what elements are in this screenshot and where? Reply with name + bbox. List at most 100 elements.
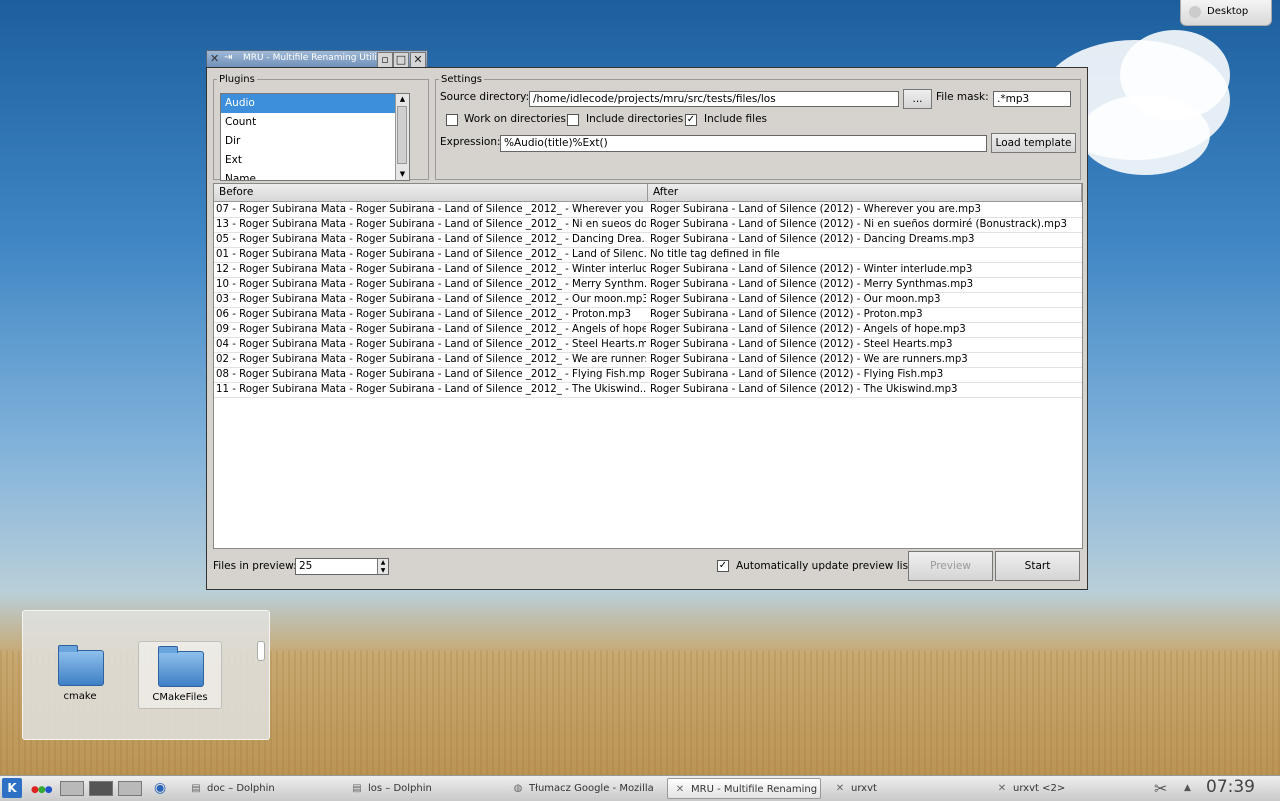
- folder-icon: [58, 645, 104, 686]
- cell-after: Roger Subirana - Land of Silence (2012) …: [650, 369, 944, 380]
- table-row[interactable]: 04 - Roger Subirana Mata - Roger Subiran…: [214, 337, 1082, 353]
- source-directory-input[interactable]: /home/idlecode/projects/mru/src/tests/fi…: [529, 91, 899, 107]
- column-header-before[interactable]: Before: [214, 184, 648, 201]
- cell-before: 11 - Roger Subirana Mata - Roger Subiran…: [216, 384, 646, 395]
- folder-name: CMakeFiles: [152, 692, 208, 703]
- cell-before: 13 - Roger Subirana Mata - Roger Subiran…: [216, 219, 646, 230]
- desktop-label: Desktop: [1207, 6, 1249, 17]
- plugin-item-count[interactable]: Count: [221, 113, 409, 132]
- expression-input[interactable]: %Audio(title)%Ext(): [500, 135, 987, 152]
- file-mask-input[interactable]: .*mp3: [993, 91, 1071, 107]
- cell-after: Roger Subirana - Land of Silence (2012) …: [650, 294, 941, 305]
- cell-after: No title tag defined in file: [650, 249, 780, 260]
- cell-before: 06 - Roger Subirana Mata - Roger Subiran…: [216, 309, 631, 320]
- table-row[interactable]: 05 - Roger Subirana Mata - Roger Subiran…: [214, 232, 1082, 248]
- scrollbar-thumb[interactable]: [397, 106, 407, 164]
- cloud: [1080, 95, 1210, 175]
- load-template-button[interactable]: Load template: [991, 133, 1076, 153]
- folder-view-scrollbar[interactable]: [257, 641, 265, 661]
- cell-after: Roger Subirana - Land of Silence (2012) …: [650, 354, 968, 365]
- folder-item-cmake[interactable]: cmake: [39, 641, 121, 707]
- table-row[interactable]: 02 - Roger Subirana Mata - Roger Subiran…: [214, 352, 1082, 368]
- files-in-preview-label: Files in preview:: [213, 560, 297, 572]
- task-label: Tłumacz Google - Mozilla: [529, 783, 654, 794]
- settings-legend: Settings: [441, 74, 483, 85]
- clock[interactable]: 07:39: [1206, 777, 1255, 797]
- scissors-icon[interactable]: ✂: [1154, 778, 1174, 799]
- table-row[interactable]: 08 - Roger Subirana Mata - Roger Subiran…: [214, 367, 1082, 383]
- kde-menu-button[interactable]: K: [2, 778, 22, 798]
- include-files-checkbox[interactable]: ✓: [685, 114, 697, 126]
- cell-before: 12 - Roger Subirana Mata - Roger Subiran…: [216, 264, 646, 275]
- files-in-preview-spinbox[interactable]: 25 ▲ ▼: [295, 558, 389, 575]
- dolphin-icon: ▤: [352, 783, 362, 794]
- table-row[interactable]: 13 - Roger Subirana Mata - Roger Subiran…: [214, 217, 1082, 233]
- task-label: doc – Dolphin: [207, 783, 275, 794]
- scroll-up-icon[interactable]: ▲: [396, 94, 409, 105]
- plugins-legend: Plugins: [219, 74, 255, 85]
- auto-update-label: Automatically update preview list: [736, 560, 913, 572]
- spin-arrows-icon[interactable]: ▲ ▼: [377, 559, 388, 574]
- auto-update-checkbox[interactable]: ✓: [717, 560, 729, 572]
- app-icon: ✕: [210, 52, 220, 65]
- task-los-dolphin[interactable]: ▤ los – Dolphin: [345, 778, 495, 799]
- folder-name: cmake: [63, 691, 97, 702]
- terminal-icon: ✕: [997, 783, 1007, 794]
- table-row[interactable]: 11 - Roger Subirana Mata - Roger Subiran…: [214, 382, 1082, 398]
- task-firefox[interactable]: ◍ Tłumacz Google - Mozilla: [506, 778, 656, 799]
- cell-after: Roger Subirana - Land of Silence (2012) …: [650, 339, 953, 350]
- cell-after: Roger Subirana - Land of Silence (2012) …: [650, 309, 923, 320]
- task-doc-dolphin[interactable]: ▤ doc – Dolphin: [184, 778, 334, 799]
- cell-after: Roger Subirana - Land of Silence (2012) …: [650, 324, 966, 335]
- cell-after: Roger Subirana - Land of Silence (2012) …: [650, 234, 975, 245]
- task-mru[interactable]: ✕ MRU - Multifile Renaming: [667, 778, 821, 799]
- task-label: urxvt <2>: [1013, 783, 1066, 794]
- folder-item-cmakefiles[interactable]: CMakeFiles: [138, 641, 222, 709]
- table-row[interactable]: 06 - Roger Subirana Mata - Roger Subiran…: [214, 307, 1082, 323]
- column-header-after[interactable]: After: [648, 184, 1082, 201]
- table-row[interactable]: 07 - Roger Subirana Mata - Roger Subiran…: [214, 202, 1082, 218]
- move-arrow-icon: ⇥: [224, 52, 233, 63]
- desktop-button[interactable]: Desktop: [1180, 0, 1272, 26]
- cell-before: 09 - Roger Subirana Mata - Roger Subiran…: [216, 324, 646, 335]
- globe-icon[interactable]: ◉: [154, 778, 176, 799]
- include-directories-checkbox[interactable]: [567, 114, 579, 126]
- work-on-directories-checkbox[interactable]: [446, 114, 458, 126]
- plugin-item-ext[interactable]: Ext: [221, 151, 409, 170]
- start-button[interactable]: Start: [995, 551, 1080, 581]
- table-row[interactable]: 01 - Roger Subirana Mata - Roger Subiran…: [214, 247, 1082, 263]
- plugin-item-audio[interactable]: Audio: [221, 94, 409, 113]
- cell-after: Roger Subirana - Land of Silence (2012) …: [650, 264, 973, 275]
- file-mask-label: File mask:: [936, 91, 989, 103]
- pager-desktop-2[interactable]: [89, 781, 113, 796]
- table-row[interactable]: 09 - Roger Subirana Mata - Roger Subiran…: [214, 322, 1082, 338]
- preview-table[interactable]: Before After 07 - Roger Subirana Mata - …: [213, 183, 1083, 549]
- tray-expand-icon[interactable]: ▲: [1184, 778, 1198, 799]
- taskbar: K ●●● ◉ ▤ doc – Dolphin ▤ los – Dolphin ◍ T…: [0, 775, 1280, 801]
- plugin-item-dir[interactable]: Dir: [221, 132, 409, 151]
- pager-desktop-1[interactable]: [60, 781, 84, 796]
- browse-button[interactable]: ...: [903, 89, 932, 109]
- plugins-scrollbar[interactable]: ▲ ▼: [395, 94, 409, 180]
- cell-before: 05 - Roger Subirana Mata - Roger Subiran…: [216, 234, 646, 245]
- preview-button[interactable]: Preview: [908, 551, 993, 581]
- cell-after: Roger Subirana - Land of Silence (2012) …: [650, 204, 981, 215]
- dolphin-icon: ▤: [191, 783, 201, 794]
- maximize-button[interactable]: □: [393, 52, 409, 68]
- cell-before: 07 - Roger Subirana Mata - Roger Subiran…: [216, 204, 646, 215]
- plugins-group: Plugins Audio Count Dir Ext Name ▲ ▼: [213, 74, 429, 181]
- plugins-list[interactable]: Audio Count Dir Ext Name ▲ ▼: [220, 93, 410, 181]
- table-row[interactable]: 12 - Roger Subirana Mata - Roger Subiran…: [214, 262, 1082, 278]
- plugin-item-name[interactable]: Name: [221, 170, 409, 180]
- minimize-button[interactable]: ▫: [377, 52, 393, 68]
- close-button[interactable]: ✕: [410, 52, 426, 68]
- cell-after: Roger Subirana - Land of Silence (2012) …: [650, 279, 974, 290]
- task-urxvt-2[interactable]: ✕ urxvt <2>: [990, 778, 1140, 799]
- pager-desktop-3[interactable]: [118, 781, 142, 796]
- table-row[interactable]: 10 - Roger Subirana Mata - Roger Subiran…: [214, 277, 1082, 293]
- task-label: MRU - Multifile Renaming: [691, 784, 818, 795]
- table-row[interactable]: 03 - Roger Subirana Mata - Roger Subiran…: [214, 292, 1082, 308]
- scroll-down-icon[interactable]: ▼: [396, 169, 409, 180]
- task-urxvt[interactable]: ✕ urxvt: [828, 778, 978, 799]
- activity-icon[interactable]: ●●●: [31, 785, 53, 795]
